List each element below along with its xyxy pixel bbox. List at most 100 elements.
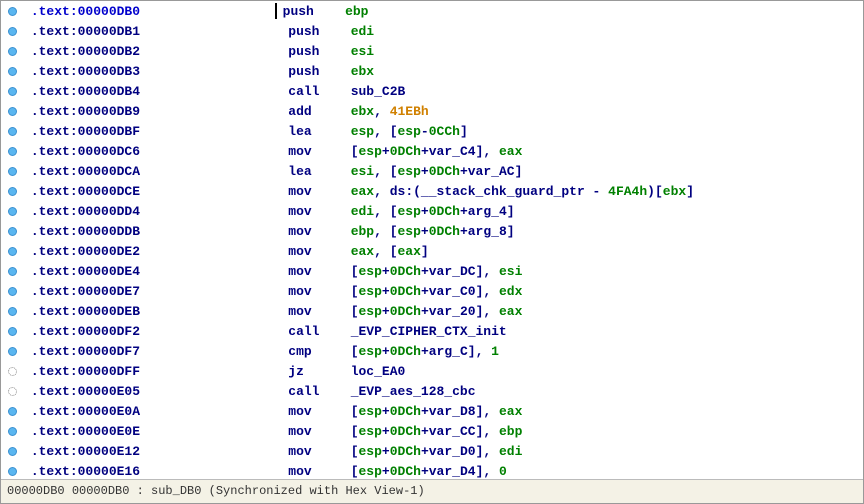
mnemonic: lea: [288, 164, 350, 179]
disassembly-view[interactable]: .text:00000DB0 push ebp .text:00000DB1 p…: [1, 1, 863, 479]
disasm-line[interactable]: .text:00000DB4 call sub_C2B: [1, 81, 863, 101]
breakpoint-gutter[interactable]: [1, 467, 23, 476]
breakpoint-dot-icon[interactable]: [8, 167, 17, 176]
operand-p: +: [460, 224, 468, 239]
breakpoint-gutter[interactable]: [1, 307, 23, 316]
operand-reg: ebp: [499, 424, 522, 439]
breakpoint-dot-icon[interactable]: [8, 107, 17, 116]
breakpoint-gutter[interactable]: [1, 27, 23, 36]
operand-p: [: [351, 424, 359, 439]
disasm-line[interactable]: .text:00000DE2 mov eax, [eax]: [1, 241, 863, 261]
breakpoint-gutter[interactable]: [1, 327, 23, 336]
operand-reg: esp: [359, 464, 382, 479]
address: .text:00000DDB: [31, 224, 140, 239]
breakpoint-dot-icon[interactable]: [8, 407, 17, 416]
breakpoint-dot-icon[interactable]: [8, 287, 17, 296]
breakpoint-gutter[interactable]: [1, 347, 23, 356]
disasm-line[interactable]: .text:00000DB0 push ebp: [1, 1, 863, 21]
breakpoint-dot-icon[interactable]: [8, 247, 17, 256]
operand-p: +: [421, 264, 429, 279]
breakpoint-gutter[interactable]: [1, 367, 23, 376]
disasm-line[interactable]: .text:00000E0A mov [esp+0DCh+var_D8], ea…: [1, 401, 863, 421]
operand-reg: esp: [359, 264, 382, 279]
operand-name: var_D4: [429, 464, 476, 479]
operand-reg: edi: [351, 204, 374, 219]
breakpoint-dot-icon[interactable]: [8, 327, 17, 336]
operands: [esp+0DCh+arg_C], 1: [351, 344, 499, 359]
operands: esp, [esp-0CCh]: [351, 124, 468, 139]
breakpoint-outline-icon[interactable]: [8, 367, 17, 376]
breakpoint-gutter[interactable]: [1, 7, 23, 16]
disasm-line[interactable]: .text:00000DF2 call _EVP_CIPHER_CTX_init: [1, 321, 863, 341]
breakpoint-gutter[interactable]: [1, 167, 23, 176]
breakpoint-gutter[interactable]: [1, 407, 23, 416]
operands: edi: [351, 24, 374, 39]
operand-p: , [: [374, 164, 397, 179]
breakpoint-dot-icon[interactable]: [8, 427, 17, 436]
breakpoint-gutter[interactable]: [1, 267, 23, 276]
breakpoint-dot-icon[interactable]: [8, 147, 17, 156]
breakpoint-dot-icon[interactable]: [8, 47, 17, 56]
disasm-line[interactable]: .text:00000DDB mov ebp, [esp+0DCh+arg_8]: [1, 221, 863, 241]
breakpoint-dot-icon[interactable]: [8, 267, 17, 276]
breakpoint-gutter[interactable]: [1, 227, 23, 236]
breakpoint-gutter[interactable]: [1, 187, 23, 196]
disasm-line[interactable]: .text:00000DE7 mov [esp+0DCh+var_C0], ed…: [1, 281, 863, 301]
disasm-line[interactable]: .text:00000DFF jz loc_EA0: [1, 361, 863, 381]
breakpoint-dot-icon[interactable]: [8, 7, 17, 16]
disasm-line[interactable]: .text:00000DB9 add ebx, 41EBh: [1, 101, 863, 121]
breakpoint-dot-icon[interactable]: [8, 307, 17, 316]
disasm-line[interactable]: .text:00000DB1 push edi: [1, 21, 863, 41]
breakpoint-gutter[interactable]: [1, 387, 23, 396]
disasm-line[interactable]: .text:00000DEB mov [esp+0DCh+var_20], ea…: [1, 301, 863, 321]
disasm-line[interactable]: .text:00000DCE mov eax, ds:(__stack_chk_…: [1, 181, 863, 201]
breakpoint-dot-icon[interactable]: [8, 347, 17, 356]
disasm-line[interactable]: .text:00000E16 mov [esp+0DCh+var_D4], 0: [1, 461, 863, 479]
operand-p: ,: [374, 184, 390, 199]
breakpoint-gutter[interactable]: [1, 247, 23, 256]
disasm-line[interactable]: .text:00000E05 call _EVP_aes_128_cbc: [1, 381, 863, 401]
breakpoint-dot-icon[interactable]: [8, 67, 17, 76]
breakpoint-dot-icon[interactable]: [8, 127, 17, 136]
operand-p: , [: [374, 204, 397, 219]
disasm-line[interactable]: .text:00000DBF lea esp, [esp-0CCh]: [1, 121, 863, 141]
operand-p: +: [460, 164, 468, 179]
breakpoint-dot-icon[interactable]: [8, 227, 17, 236]
disasm-line[interactable]: .text:00000DD4 mov edi, [esp+0DCh+arg_4]: [1, 201, 863, 221]
breakpoint-dot-icon[interactable]: [8, 27, 17, 36]
breakpoint-outline-icon[interactable]: [8, 387, 17, 396]
operand-name: arg_C: [429, 344, 468, 359]
breakpoint-gutter[interactable]: [1, 127, 23, 136]
operands: [esp+0DCh+var_C4], eax: [351, 144, 523, 159]
breakpoint-gutter[interactable]: [1, 67, 23, 76]
breakpoint-gutter[interactable]: [1, 287, 23, 296]
breakpoint-gutter[interactable]: [1, 107, 23, 116]
operand-p: [: [351, 464, 359, 479]
disasm-line[interactable]: .text:00000DB3 push ebx: [1, 61, 863, 81]
breakpoint-gutter[interactable]: [1, 447, 23, 456]
breakpoint-gutter[interactable]: [1, 87, 23, 96]
breakpoint-gutter[interactable]: [1, 47, 23, 56]
breakpoint-dot-icon[interactable]: [8, 467, 17, 476]
disasm-line[interactable]: .text:00000E12 mov [esp+0DCh+var_D0], ed…: [1, 441, 863, 461]
breakpoint-gutter[interactable]: [1, 147, 23, 156]
operand-reg: eax: [499, 144, 522, 159]
breakpoint-dot-icon[interactable]: [8, 87, 17, 96]
disasm-line[interactable]: .text:00000DC6 mov [esp+0DCh+var_C4], ea…: [1, 141, 863, 161]
disasm-line[interactable]: .text:00000DCA lea esi, [esp+0DCh+var_AC…: [1, 161, 863, 181]
address: .text:00000DC6: [31, 144, 140, 159]
breakpoint-gutter[interactable]: [1, 427, 23, 436]
breakpoint-dot-icon[interactable]: [8, 187, 17, 196]
disasm-line[interactable]: .text:00000E0E mov [esp+0DCh+var_CC], eb…: [1, 421, 863, 441]
operand-name: var_C4: [429, 144, 476, 159]
disasm-line[interactable]: .text:00000DB2 push esi: [1, 41, 863, 61]
disasm-line[interactable]: .text:00000DE4 mov [esp+0DCh+var_DC], es…: [1, 261, 863, 281]
operands: ebp, [esp+0DCh+arg_8]: [351, 224, 515, 239]
disasm-line[interactable]: .text:00000DF7 cmp [esp+0DCh+arg_C], 1: [1, 341, 863, 361]
breakpoint-dot-icon[interactable]: [8, 207, 17, 216]
operand-name: var_AC: [468, 164, 515, 179]
breakpoint-dot-icon[interactable]: [8, 447, 17, 456]
mnemonic: cmp: [288, 344, 350, 359]
operands: esi, [esp+0DCh+var_AC]: [351, 164, 523, 179]
breakpoint-gutter[interactable]: [1, 207, 23, 216]
